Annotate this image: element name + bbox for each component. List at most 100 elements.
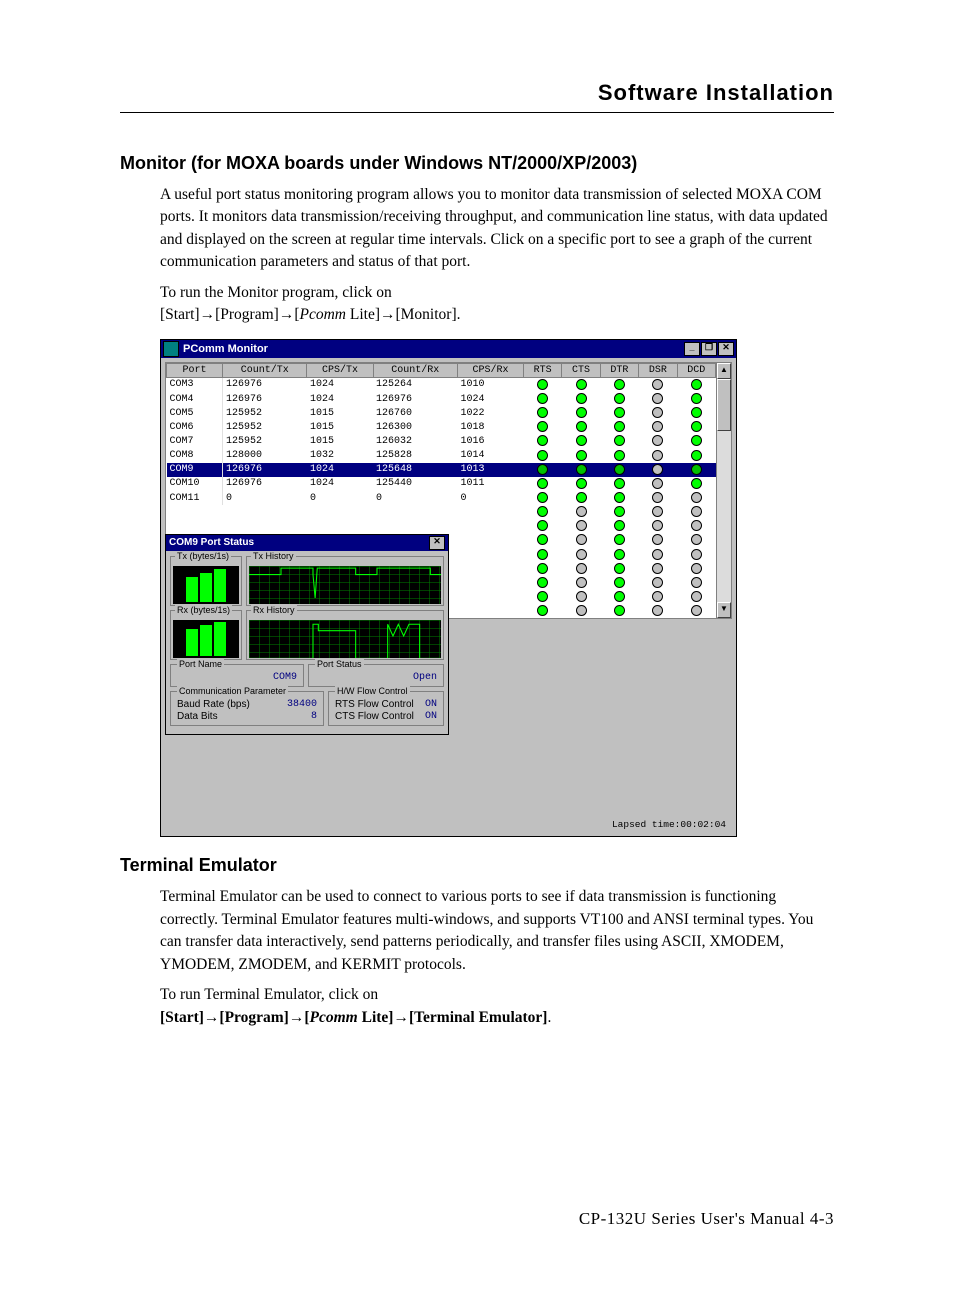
table-row[interactable]: [167, 505, 716, 519]
status-led: [652, 591, 663, 602]
status-led: [576, 492, 587, 503]
status-led: [691, 577, 702, 588]
status-led: [576, 577, 587, 588]
table-row[interactable]: COM512595210151267601022: [167, 406, 716, 420]
status-led: [614, 407, 625, 418]
status-led: [652, 492, 663, 503]
status-led: [652, 605, 663, 616]
status-led: [652, 520, 663, 531]
status-led: [691, 435, 702, 446]
status-led: [614, 478, 625, 489]
status-led: [576, 563, 587, 574]
status-led: [652, 407, 663, 418]
status-led: [691, 520, 702, 531]
status-led: [576, 464, 587, 475]
section2-para2: To run Terminal Emulator, click on [Star…: [160, 984, 834, 1029]
scroll-thumb[interactable]: [717, 379, 731, 431]
column-header: Count/Rx: [373, 363, 457, 377]
window-title: PComm Monitor: [183, 343, 683, 355]
status-led: [537, 393, 548, 404]
section1-body: A useful port status monitoring program …: [160, 184, 834, 327]
status-led: [691, 492, 702, 503]
table-row[interactable]: [167, 519, 716, 533]
scroll-up-button[interactable]: ▲: [717, 363, 731, 379]
status-led: [614, 591, 625, 602]
column-header: DCD: [677, 363, 715, 377]
port-status-value: Open: [413, 672, 437, 683]
table-row[interactable]: COM612595210151263001018: [167, 420, 716, 434]
popup-titlebar[interactable]: COM9 Port Status ✕: [166, 535, 448, 551]
status-led: [576, 549, 587, 560]
status-led: [652, 506, 663, 517]
status-led: [691, 506, 702, 517]
status-led: [691, 421, 702, 432]
vertical-scrollbar[interactable]: ▲ ▼: [716, 363, 731, 618]
status-led: [576, 393, 587, 404]
window-titlebar[interactable]: PComm Monitor _ ❐ ✕: [161, 340, 736, 358]
section2-body: Terminal Emulator can be used to connect…: [160, 886, 834, 1029]
maximize-button[interactable]: ❐: [701, 342, 717, 356]
column-header: CPS/Rx: [457, 363, 523, 377]
table-row[interactable]: COM712595210151260321016: [167, 434, 716, 448]
table-row[interactable]: COM912697610241256481013: [167, 463, 716, 477]
section1-para2: To run the Monitor program, click on [St…: [160, 282, 834, 327]
table-row[interactable]: COM312697610241252641010: [167, 377, 716, 392]
status-led: [576, 407, 587, 418]
header-divider: [120, 112, 834, 113]
table-row[interactable]: COM1012697610241254401011: [167, 477, 716, 491]
status-led: [537, 450, 548, 461]
status-led: [576, 435, 587, 446]
status-led: [614, 464, 625, 475]
status-led: [614, 379, 625, 390]
status-led: [537, 591, 548, 602]
status-led: [576, 605, 587, 616]
port-status-popup[interactable]: COM9 Port Status ✕ Tx (bytes/1s) 3072 Tx…: [165, 534, 449, 735]
section-heading-monitor: Monitor (for MOXA boards under Windows N…: [120, 153, 834, 174]
status-led: [691, 563, 702, 574]
status-led: [576, 450, 587, 461]
status-led: [691, 591, 702, 602]
status-led: [537, 577, 548, 588]
status-led: [576, 534, 587, 545]
status-led: [576, 379, 587, 390]
section-heading-terminal: Terminal Emulator: [120, 855, 834, 876]
table-row[interactable]: COM812800010321258281014: [167, 449, 716, 463]
status-led: [652, 393, 663, 404]
status-led: [614, 492, 625, 503]
close-button[interactable]: ✕: [718, 342, 734, 356]
status-led: [614, 520, 625, 531]
status-led: [652, 435, 663, 446]
status-led: [691, 450, 702, 461]
status-led: [576, 421, 587, 432]
minimize-button[interactable]: _: [684, 342, 700, 356]
status-led: [614, 435, 625, 446]
status-led: [691, 379, 702, 390]
status-led: [614, 549, 625, 560]
scroll-down-button[interactable]: ▼: [717, 602, 731, 618]
column-header: DTR: [600, 363, 638, 377]
column-header: Port: [167, 363, 223, 377]
status-led: [652, 534, 663, 545]
status-led: [537, 478, 548, 489]
popup-close-button[interactable]: ✕: [429, 536, 445, 550]
elapsed-time: Lapsed time:00:02:04: [612, 819, 726, 830]
status-led: [537, 520, 548, 531]
rx-history-graph: Rx History: [246, 610, 444, 660]
status-led: [691, 534, 702, 545]
tx-meter: Tx (bytes/1s) 3072: [170, 556, 242, 606]
status-led: [652, 464, 663, 475]
app-icon: [163, 341, 179, 357]
status-led: [576, 591, 587, 602]
status-led: [576, 520, 587, 531]
column-header: CPS/Tx: [307, 363, 373, 377]
table-row[interactable]: COM110000: [167, 491, 716, 505]
table-row[interactable]: COM412697610241269761024: [167, 392, 716, 406]
status-led: [576, 506, 587, 517]
column-header: Count/Tx: [223, 363, 307, 377]
status-led: [614, 605, 625, 616]
status-led: [652, 563, 663, 574]
section2-para1: Terminal Emulator can be used to connect…: [160, 886, 834, 976]
status-led: [576, 478, 587, 489]
status-led: [691, 605, 702, 616]
status-led: [537, 605, 548, 616]
